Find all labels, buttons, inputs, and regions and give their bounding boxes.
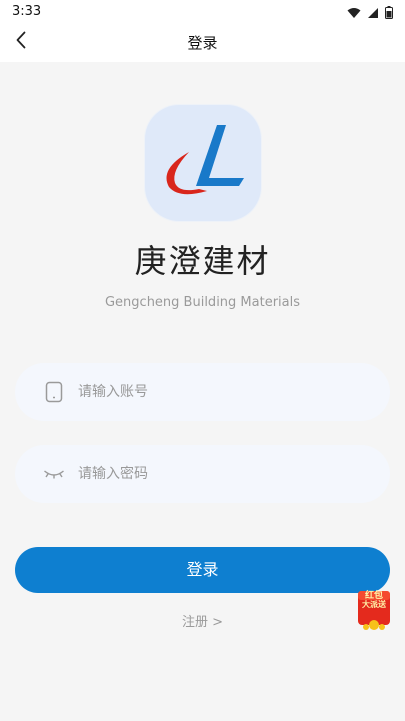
chevron-left-icon (15, 31, 27, 53)
wifi-icon (347, 4, 361, 23)
page-title: 登录 (187, 34, 218, 52)
account-input[interactable] (76, 383, 360, 401)
password-input[interactable] (76, 465, 360, 483)
login-button[interactable]: 登录 (15, 547, 390, 593)
battery-icon (385, 4, 393, 23)
red-packet-icon (354, 591, 394, 637)
signal-icon (367, 4, 379, 23)
gengcheng-logo-icon (145, 125, 261, 225)
account-field[interactable] (15, 363, 390, 421)
brand-name: 庚澄建材 (134, 242, 271, 280)
phone-icon (42, 380, 66, 404)
status-icons (347, 4, 393, 23)
app-logo (145, 105, 261, 221)
eye-closed-icon[interactable] (42, 462, 66, 486)
brand-subtitle: Gengcheng Building Materials (104, 295, 301, 310)
promo-text-line2: 大派送 (362, 600, 386, 609)
red-packet-promo[interactable]: 红包 大派送 (354, 585, 394, 633)
register-link[interactable]: 注册 > (0, 611, 405, 630)
password-field[interactable] (15, 445, 390, 503)
back-button[interactable] (8, 28, 34, 56)
top-bar: 登录 (0, 24, 405, 62)
status-bar: 3:33 (0, 0, 405, 24)
status-time: 3:33 (12, 4, 42, 19)
